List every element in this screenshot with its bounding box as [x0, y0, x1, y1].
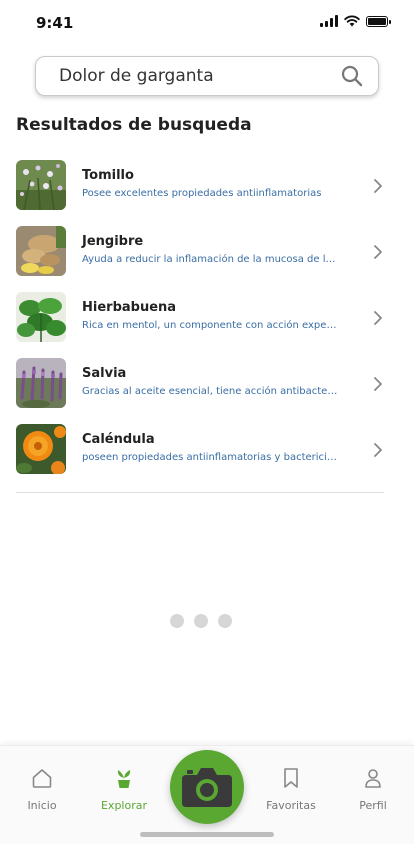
loading-dot [170, 614, 184, 628]
result-description: Posee excelentes propiedades antiinflama… [82, 188, 322, 199]
home-icon [32, 769, 52, 788]
tab-favoritas[interactable]: Favoritas [256, 766, 326, 812]
battery-icon [366, 15, 391, 27]
results-divider [16, 492, 384, 493]
tab-inicio[interactable]: Inicio [7, 766, 77, 812]
chevron-right-icon [374, 245, 382, 259]
tab-label: Favoritas [266, 799, 316, 812]
result-description: Rica en mentol, un componente con acción… [82, 320, 338, 331]
wifi-icon [344, 15, 360, 27]
chevron-right-icon [374, 443, 382, 457]
cellular-signal-icon [320, 15, 338, 27]
plant-thumbnail [16, 358, 66, 408]
camera-icon [182, 768, 232, 807]
result-description: Gracias al aceite esencial, tiene acción… [82, 386, 338, 397]
plant-thumbnail [16, 424, 66, 474]
bookmark-icon [284, 768, 298, 788]
list-item[interactable]: Tomillo Posee excelentes propiedades ant… [16, 160, 384, 226]
list-item[interactable]: Salvia Gracias al aceite esencial, tiene… [16, 358, 384, 424]
search-icon[interactable] [340, 64, 364, 88]
chevron-right-icon [374, 179, 382, 193]
sprout-icon [117, 770, 131, 788]
search-input[interactable] [59, 66, 340, 86]
person-icon [365, 769, 381, 788]
plant-thumbnail [16, 292, 66, 342]
chevron-right-icon [374, 311, 382, 325]
status-icons [320, 15, 391, 27]
loading-dot [218, 614, 232, 628]
list-item[interactable]: Jengibre Ayuda a reducir la inflamación … [16, 226, 384, 292]
camera-button[interactable] [170, 750, 244, 824]
home-indicator [140, 832, 274, 837]
result-name: Tomillo [82, 168, 134, 183]
results-list: Tomillo Posee excelentes propiedades ant… [16, 160, 384, 490]
plant-thumbnail [16, 160, 66, 210]
result-name: Hierbabuena [82, 300, 177, 315]
status-bar: 9:41 [0, 0, 414, 46]
tab-explorar[interactable]: Explorar [89, 766, 159, 812]
list-item[interactable]: Hierbabuena Rica en mentol, un component… [16, 292, 384, 358]
loading-dot [194, 614, 208, 628]
plant-thumbnail [16, 226, 66, 276]
tab-bar: Inicio Explorar Favoritas Perfil [0, 745, 414, 844]
tab-label: Perfil [359, 799, 387, 812]
tab-label: Explorar [100, 799, 147, 812]
results-heading: Resultados de busqueda [16, 115, 252, 135]
search-bar[interactable] [35, 56, 379, 96]
list-item[interactable]: Caléndula poseen propiedades antiinflama… [16, 424, 384, 490]
chevron-right-icon [374, 377, 382, 391]
loading-indicator [170, 614, 232, 628]
result-name: Caléndula [82, 432, 155, 447]
result-name: Salvia [82, 366, 127, 381]
result-name: Jengibre [82, 234, 144, 249]
result-description: Ayuda a reducir la inflamación de la muc… [82, 254, 338, 265]
status-time: 9:41 [36, 14, 74, 32]
tab-perfil[interactable]: Perfil [338, 766, 408, 812]
result-description: poseen propiedades antiinflamatorias y b… [82, 452, 338, 463]
tab-label: Inicio [27, 799, 57, 812]
